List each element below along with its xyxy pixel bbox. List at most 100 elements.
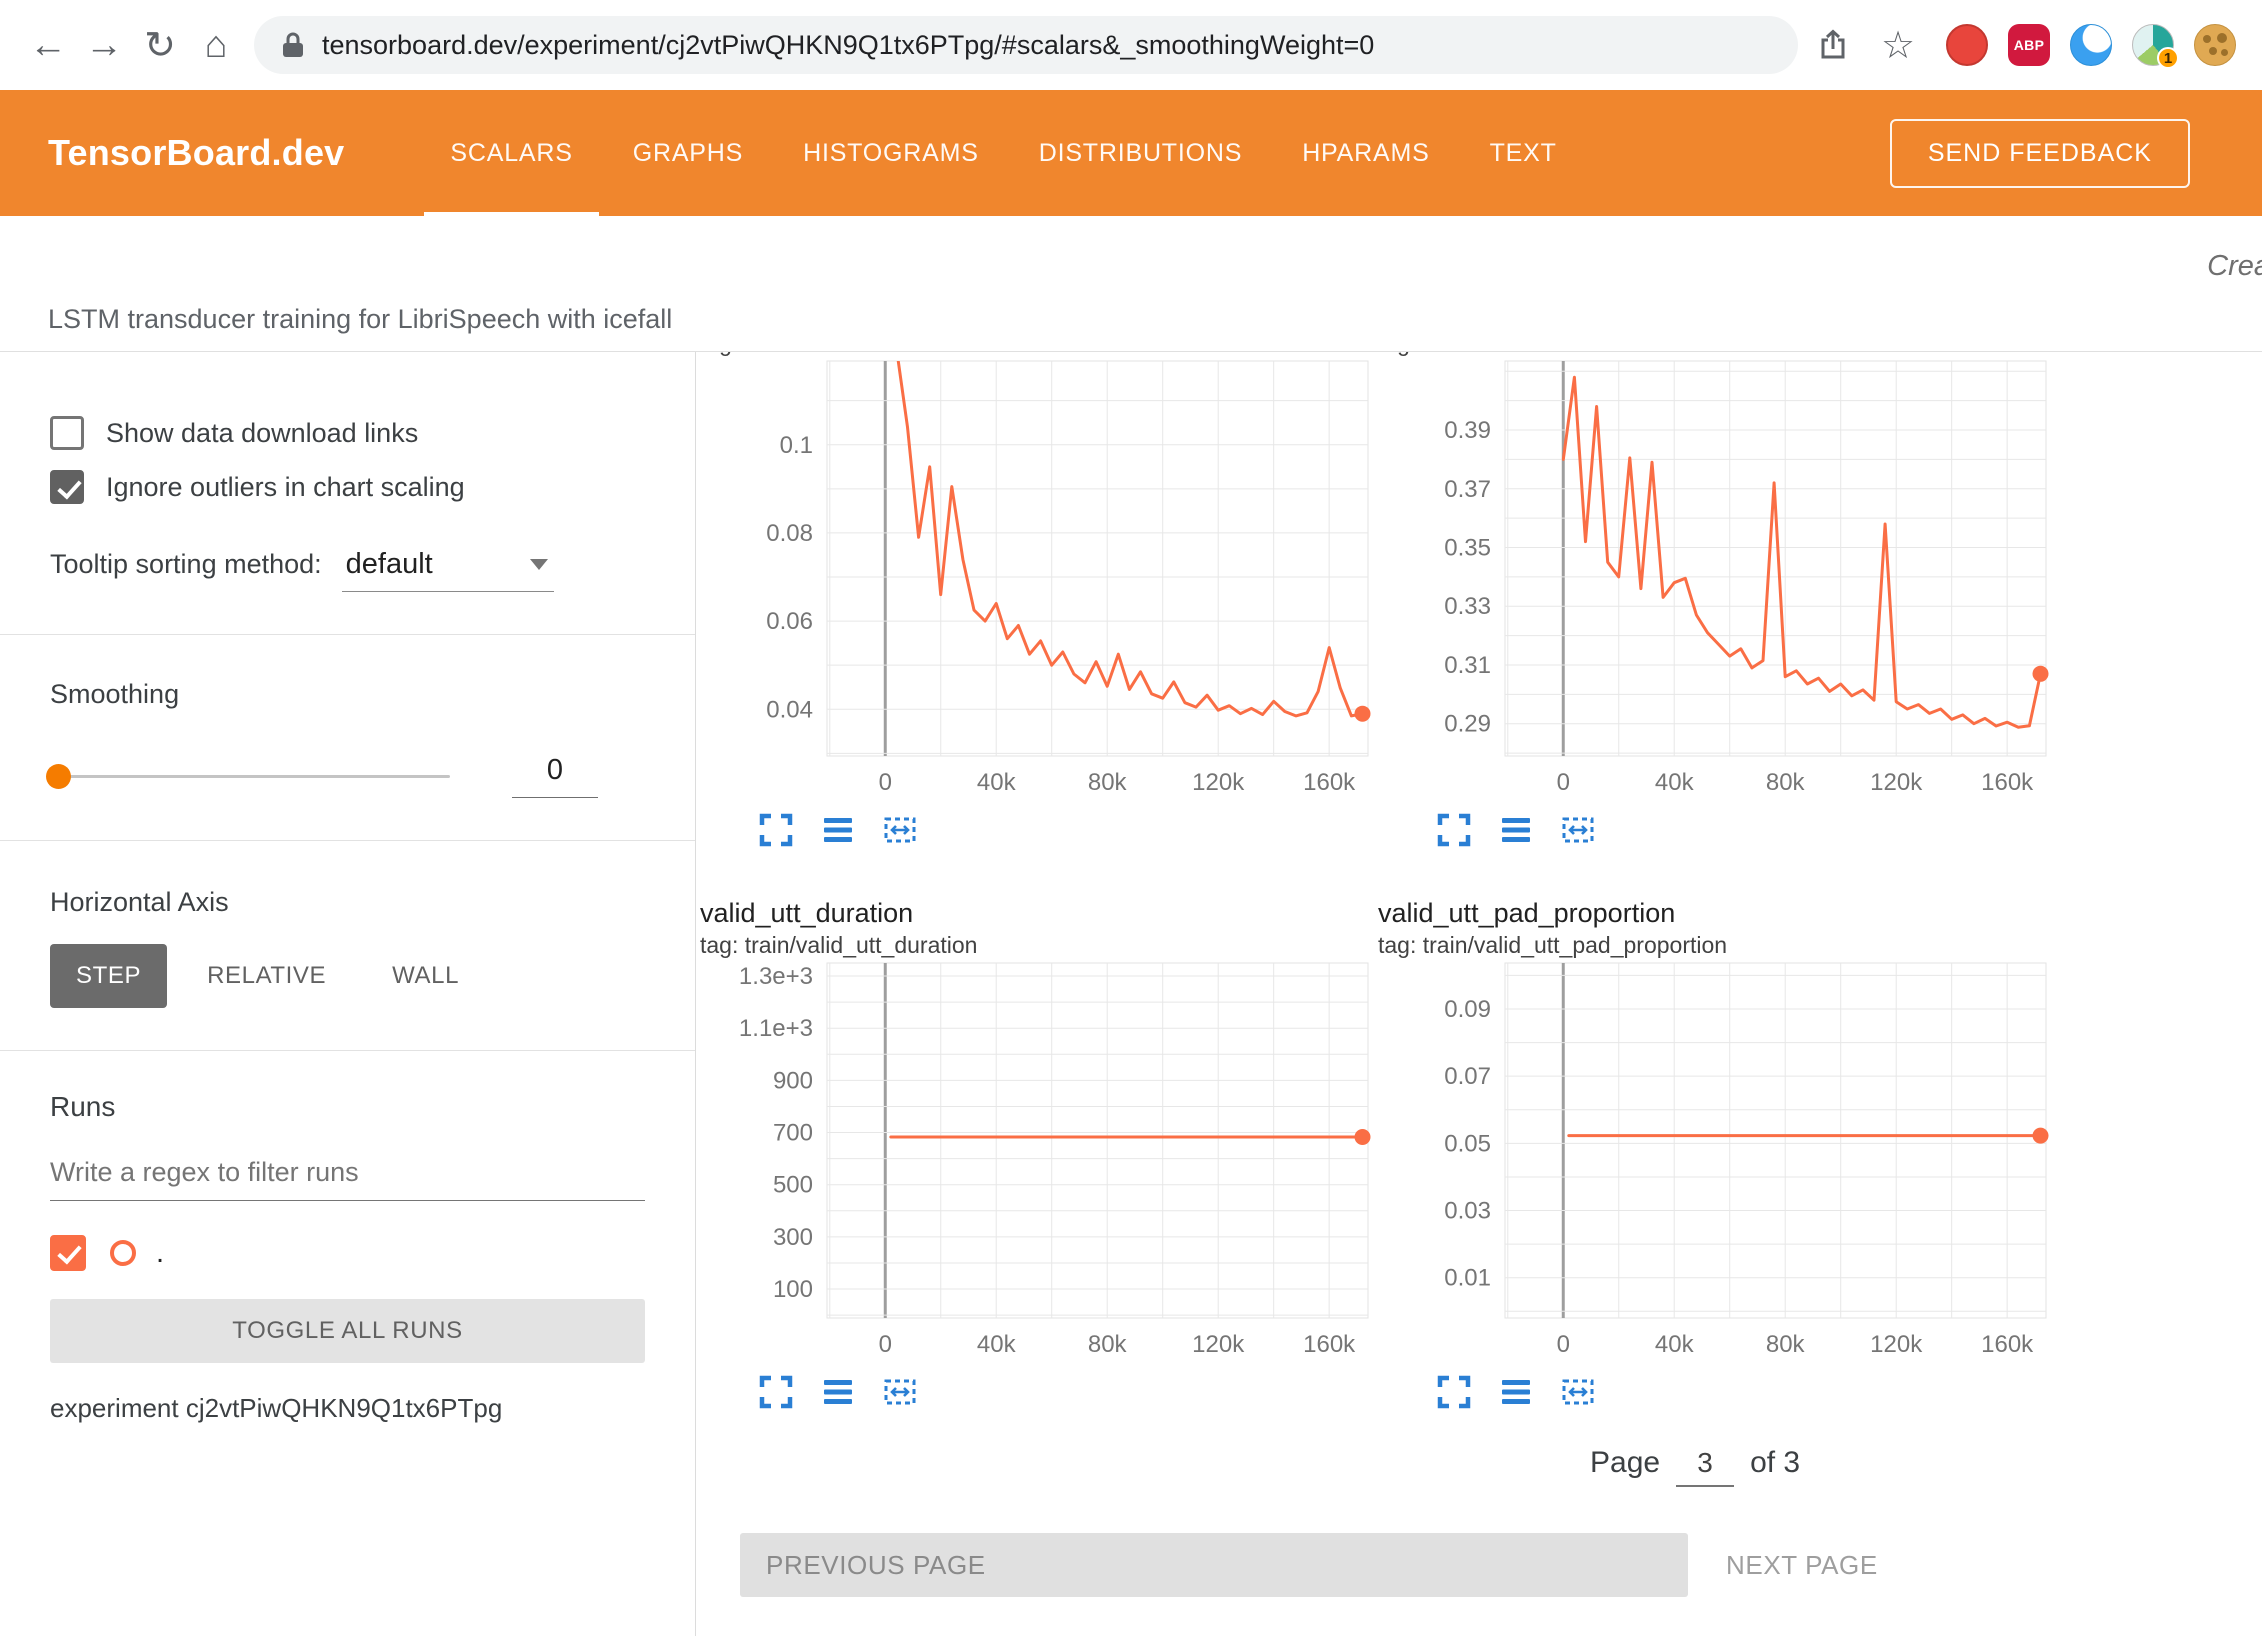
toggle-runs-icon[interactable]	[820, 812, 856, 848]
show-download-links-checkbox-row[interactable]: Show data download links	[50, 416, 645, 450]
smoothing-slider-thumb[interactable]	[46, 764, 71, 789]
back-icon[interactable]: ←	[20, 17, 76, 73]
toggle-runs-icon[interactable]	[1498, 812, 1534, 848]
blue-extension-icon[interactable]	[2070, 24, 2112, 66]
scalar-chart-svg[interactable]: 0.290.310.330.350.370.39040k80k120k160k	[1378, 358, 2056, 804]
chart-title: valid_utt_pad_proportion	[1378, 896, 2056, 930]
fit-domain-icon[interactable]	[1560, 812, 1596, 848]
scalar-chart-svg[interactable]: 0.040.060.080.1040k80k120k160k	[700, 358, 1378, 804]
svg-text:0.29: 0.29	[1444, 711, 1491, 738]
svg-text:0.31: 0.31	[1444, 652, 1491, 679]
run-checkbox[interactable]	[50, 1235, 86, 1271]
svg-text:0.08: 0.08	[766, 520, 813, 547]
svg-text:300: 300	[773, 1224, 813, 1251]
send-feedback-button[interactable]: SEND FEEDBACK	[1890, 119, 2190, 188]
scalar-chart-card: tag: train/… 0.040.060.080.1040k80k120k1…	[700, 352, 1378, 850]
axis-relative-button[interactable]: RELATIVE	[181, 944, 352, 1008]
svg-text:1.3e+3: 1.3e+3	[739, 963, 813, 990]
show-download-links-checkbox[interactable]	[50, 416, 84, 450]
svg-text:40k: 40k	[1655, 769, 1695, 796]
tab-histograms[interactable]: HISTOGRAMS	[773, 90, 1009, 216]
svg-text:0.09: 0.09	[1444, 996, 1491, 1023]
ignore-outliers-checkbox-row[interactable]: Ignore outliers in chart scaling	[50, 470, 645, 504]
axis-step-button[interactable]: STEP	[50, 944, 167, 1008]
svg-text:160k: 160k	[1981, 1331, 2034, 1358]
divider	[0, 1050, 695, 1051]
svg-text:0.35: 0.35	[1444, 534, 1491, 561]
divider	[0, 634, 695, 635]
address-bar[interactable]: tensorboard.dev/experiment/cj2vtPiwQHKN9…	[254, 16, 1798, 74]
chevron-down-icon	[530, 559, 548, 570]
chart-clipped-wrapper: tag: train/… 0.040.060.080.1040k80k120k1…	[700, 352, 1378, 850]
svg-text:1.1e+3: 1.1e+3	[739, 1015, 813, 1042]
fit-domain-icon[interactable]	[1560, 1374, 1596, 1410]
axis-wall-button[interactable]: WALL	[366, 944, 485, 1008]
svg-text:160k: 160k	[1303, 1331, 1356, 1358]
smoothing-slider[interactable]	[50, 775, 450, 778]
svg-text:40k: 40k	[977, 1331, 1017, 1358]
svg-text:80k: 80k	[1088, 1331, 1128, 1358]
tab-scalars[interactable]: SCALARS	[420, 90, 602, 216]
next-page-button[interactable]: NEXT PAGE	[1726, 1550, 1878, 1581]
ignore-outliers-checkbox[interactable]	[50, 470, 84, 504]
svg-text:0.06: 0.06	[766, 608, 813, 635]
svg-text:0.1: 0.1	[780, 432, 813, 459]
app-header: TensorBoard.dev SCALARS GRAPHS HISTOGRAM…	[0, 90, 2262, 216]
page-of-label: of 3	[1750, 1446, 1800, 1480]
run-row[interactable]: .	[50, 1235, 645, 1271]
tab-graphs[interactable]: GRAPHS	[603, 90, 773, 216]
home-icon[interactable]: ⌂	[188, 17, 244, 73]
scalars-dashboard: tag: train/… 0.040.060.080.1040k80k120k1…	[696, 352, 2262, 1636]
toggle-all-runs-button[interactable]: TOGGLE ALL RUNS	[50, 1299, 645, 1363]
bookmark-star-icon[interactable]: ☆	[1870, 17, 1926, 73]
page-number-input[interactable]	[1676, 1447, 1734, 1487]
scalar-chart-svg[interactable]: 0.010.030.050.070.09040k80k120k160k	[1378, 960, 2056, 1366]
svg-text:40k: 40k	[1655, 1331, 1695, 1358]
experiment-id: experiment cj2vtPiwQHKN9Q1tx6PTpg	[50, 1393, 645, 1424]
expand-chart-icon[interactable]	[758, 812, 794, 848]
tab-hparams[interactable]: HPARAMS	[1272, 90, 1459, 216]
expand-chart-icon[interactable]	[758, 1374, 794, 1410]
ignore-outliers-label: Ignore outliers in chart scaling	[106, 472, 465, 503]
toggle-runs-icon[interactable]	[1498, 1374, 1534, 1410]
runs-label: Runs	[50, 1091, 645, 1123]
tooltip-sorting-dropdown[interactable]: default	[342, 546, 554, 592]
chart-title: valid_utt_duration	[700, 896, 1378, 930]
svg-text:0: 0	[1557, 769, 1570, 796]
expand-chart-icon[interactable]	[1436, 1374, 1472, 1410]
tooltip-sorting-label: Tooltip sorting method:	[50, 549, 322, 580]
fit-domain-icon[interactable]	[882, 1374, 918, 1410]
cookie-icon[interactable]	[2194, 24, 2236, 66]
svg-text:0: 0	[1557, 1331, 1570, 1358]
chart-tag: tag: train/valid_utt_pad_proportion	[1378, 930, 2056, 960]
fit-domain-icon[interactable]	[882, 812, 918, 848]
toggle-runs-icon[interactable]	[820, 1374, 856, 1410]
extension-badge: 1	[2157, 47, 2179, 69]
svg-text:160k: 160k	[1303, 769, 1356, 796]
tab-distributions[interactable]: DISTRIBUTIONS	[1009, 90, 1272, 216]
svg-text:100: 100	[773, 1276, 813, 1303]
tab-text[interactable]: TEXT	[1460, 90, 1587, 216]
svg-text:80k: 80k	[1088, 769, 1128, 796]
svg-text:40k: 40k	[977, 769, 1017, 796]
svg-text:120k: 120k	[1192, 769, 1245, 796]
abp-extension-icon[interactable]: ABP	[2008, 24, 2050, 66]
expand-chart-icon[interactable]	[1436, 812, 1472, 848]
svg-text:900: 900	[773, 1067, 813, 1094]
share-icon[interactable]	[1816, 28, 1850, 62]
svg-text:500: 500	[773, 1172, 813, 1199]
page-label: Page	[1590, 1446, 1660, 1480]
experiment-description: LSTM transducer training for LibriSpeech…	[48, 304, 672, 335]
refresh-icon[interactable]: ↻	[132, 17, 188, 73]
runs-filter-input[interactable]	[50, 1149, 645, 1201]
forward-icon[interactable]: →	[76, 17, 132, 73]
scalar-chart-svg[interactable]: 1003005007009001.1e+31.3e+3040k80k120k16…	[700, 960, 1378, 1366]
svg-text:0.39: 0.39	[1444, 417, 1491, 444]
profile-extension-icon[interactable]: 1	[2132, 24, 2174, 66]
svg-text:80k: 80k	[1766, 769, 1806, 796]
smoothing-value-input[interactable]	[512, 754, 598, 798]
browser-actions: ☆ ABP 1	[1816, 17, 2242, 73]
previous-page-button[interactable]: PREVIOUS PAGE	[740, 1533, 1688, 1597]
adblock-extension-icon[interactable]	[1946, 24, 1988, 66]
smoothing-label: Smoothing	[50, 679, 645, 710]
